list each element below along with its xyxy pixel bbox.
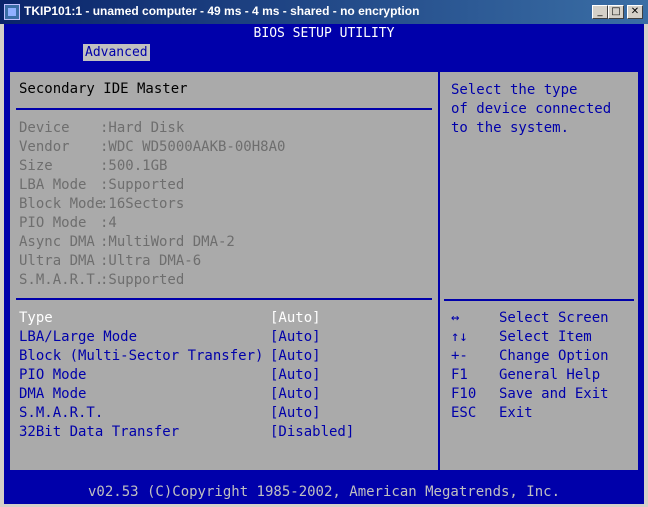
info-label: PIO Mode bbox=[19, 215, 87, 231]
setting-value[interactable]: [Auto] bbox=[270, 366, 321, 385]
bios-footer: v02.53 (C)Copyright 1985-2002, American … bbox=[4, 482, 644, 504]
setting-value[interactable]: [Auto] bbox=[270, 404, 321, 423]
setting-label[interactable]: Block (Multi-Sector Transfer) bbox=[19, 347, 263, 366]
window-title: TKIP101:1 - unamed computer - 49 ms - 4 … bbox=[24, 4, 420, 18]
help-text-line: of device connected bbox=[451, 101, 612, 117]
setting-value[interactable]: [Auto] bbox=[270, 328, 321, 347]
info-value: :Ultra DMA-6 bbox=[100, 253, 202, 269]
setting-value-selected[interactable]: [Auto] bbox=[270, 309, 321, 328]
setting-label-selected[interactable]: Type bbox=[19, 309, 53, 328]
key-arrows-lr-icon: ↔ bbox=[451, 310, 460, 326]
info-label: LBA Mode bbox=[19, 177, 87, 193]
key-plus-minus: +- bbox=[451, 348, 468, 364]
help-divider bbox=[444, 299, 634, 301]
window-title-bar[interactable]: TKIP101:1 - unamed computer - 49 ms - 4 … bbox=[0, 0, 648, 24]
bios-title: BIOS SETUP UTILITY bbox=[253, 26, 395, 41]
section-divider-bottom bbox=[16, 298, 432, 300]
key-arrows-ud-icon: ↑↓ bbox=[451, 329, 468, 345]
info-value: :MultiWord DMA-2 bbox=[100, 234, 235, 250]
setting-value[interactable]: [Disabled] bbox=[270, 423, 354, 442]
bios-tab-bar: Advanced bbox=[4, 44, 644, 61]
info-value: :16Sectors bbox=[100, 196, 185, 212]
bios-header: BIOS SETUP UTILITY bbox=[4, 24, 644, 44]
setting-value[interactable]: [Auto] bbox=[270, 385, 321, 404]
key-action: Save and Exit bbox=[499, 386, 609, 402]
key-action: Select Item bbox=[499, 329, 592, 345]
restore-button[interactable]: □ bbox=[608, 5, 624, 19]
bios-screen: BIOS SETUP UTILITY Advanced Secondary ID… bbox=[4, 24, 644, 504]
key-f1: F1 bbox=[451, 367, 468, 383]
info-value: :4 bbox=[100, 215, 117, 231]
info-value: :WDC WD5000AAKB-00H8A0 bbox=[100, 139, 286, 155]
copyright-text: v02.53 (C)Copyright 1985-2002, American … bbox=[87, 484, 560, 500]
section-title: Secondary IDE Master bbox=[19, 81, 188, 97]
help-text-line: Select the type bbox=[451, 82, 578, 98]
setting-label[interactable]: 32Bit Data Transfer bbox=[19, 423, 179, 442]
minimize-button[interactable]: _ bbox=[592, 5, 608, 19]
info-label: Async DMA bbox=[19, 234, 95, 250]
panel-divider-vertical bbox=[438, 70, 440, 472]
info-label: S.M.A.R.T. bbox=[19, 272, 104, 288]
close-button[interactable]: ✕ bbox=[627, 5, 643, 19]
setting-value[interactable]: [Auto] bbox=[270, 347, 321, 366]
info-label: Device bbox=[19, 120, 70, 136]
key-action: Change Option bbox=[499, 348, 609, 364]
info-value: :Hard Disk bbox=[100, 120, 185, 136]
info-label: Block Mode bbox=[19, 196, 104, 212]
setting-label[interactable]: PIO Mode bbox=[19, 366, 86, 385]
key-action: General Help bbox=[499, 367, 601, 383]
section-divider-top bbox=[16, 108, 432, 110]
help-text-line: to the system. bbox=[451, 120, 570, 136]
tab-advanced[interactable]: Advanced bbox=[83, 44, 150, 61]
remote-console-icon[interactable] bbox=[4, 4, 20, 20]
info-label: Vendor bbox=[19, 139, 70, 155]
setting-label[interactable]: S.M.A.R.T. bbox=[19, 404, 103, 423]
info-value: :Supported bbox=[100, 272, 185, 288]
bios-main-panel: Secondary IDE Master Device :Hard Disk V… bbox=[8, 70, 640, 472]
setting-label[interactable]: LBA/Large Mode bbox=[19, 328, 137, 347]
info-value: :Supported bbox=[100, 177, 185, 193]
key-action: Select Screen bbox=[499, 310, 609, 326]
setting-label[interactable]: DMA Mode bbox=[19, 385, 86, 404]
info-label: Size bbox=[19, 158, 53, 174]
info-label: Ultra DMA bbox=[19, 253, 95, 269]
key-action: Exit bbox=[499, 405, 533, 421]
key-f10: F10 bbox=[451, 386, 477, 402]
info-value: :500.1GB bbox=[100, 158, 168, 174]
key-esc: ESC bbox=[451, 405, 477, 421]
